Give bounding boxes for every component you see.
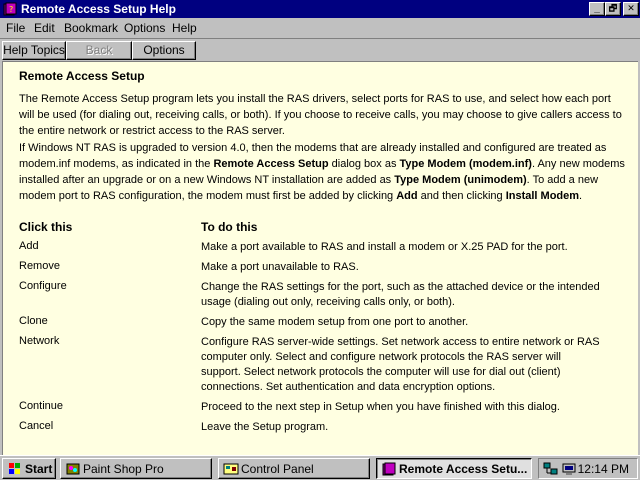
restore-icon: 🗗: [608, 3, 618, 13]
help-toolbar: Help Topics Back Options: [0, 38, 640, 60]
task-label: Paint Shop Pro: [83, 462, 164, 476]
help-book-icon[interactable]: ?: [2, 1, 18, 17]
column-header-click: Click this: [19, 220, 73, 234]
clock[interactable]: 12:14 PM: [578, 462, 629, 476]
menu-options[interactable]: Options: [124, 21, 165, 35]
intro-paragraph: The Remote Access Setup program lets you…: [19, 93, 622, 137]
row-label: Network: [19, 335, 60, 347]
help-topics-button[interactable]: Help Topics: [2, 41, 66, 60]
minimize-icon: _: [594, 3, 600, 14]
row-label: Cancel: [19, 420, 54, 432]
close-icon: ✕: [627, 3, 635, 13]
task-label: Remote Access Setu...: [399, 462, 528, 476]
system-tray: 12:14 PM: [538, 458, 638, 479]
column-header-do: To do this: [201, 220, 258, 234]
row-description: Make a port unavailable to RAS.: [201, 261, 359, 273]
windows-logo-icon: [9, 463, 20, 474]
help-content[interactable]: Remote Access Setup The Remote Access Se…: [2, 61, 638, 455]
close-button[interactable]: ✕: [623, 2, 639, 16]
row-label: Configure: [19, 280, 67, 292]
row-label: Add: [19, 240, 39, 252]
control-panel-icon: [223, 463, 239, 475]
taskbar: Start Paint Shop Pro Control Panel Remot…: [0, 455, 640, 480]
row-label: Continue: [19, 400, 64, 412]
window-title: Remote Access Setup Help: [21, 2, 176, 16]
task-remote-access-setup-help[interactable]: Remote Access Setu...: [376, 458, 532, 479]
back-button[interactable]: Back: [66, 41, 132, 60]
upgrade-paragraph: If Windows NT RAS is upgraded to version…: [19, 142, 625, 202]
menu-bar: File Edit Bookmark Options Help: [0, 18, 640, 38]
monitor-icon[interactable]: [561, 461, 577, 477]
row-description: Change the RAS settings for the port, su…: [201, 281, 600, 308]
row-description: Leave the Setup program.: [201, 421, 329, 433]
options-button[interactable]: Options: [132, 41, 196, 60]
row-label: Remove: [19, 260, 60, 272]
task-paint-shop-pro[interactable]: Paint Shop Pro: [60, 458, 212, 479]
row-description: Configure RAS server-wide settings. Set …: [201, 336, 600, 393]
minimize-button[interactable]: _: [589, 2, 605, 16]
title-bar[interactable]: ? Remote Access Setup Help _ 🗗 ✕: [0, 0, 640, 18]
network-icon[interactable]: [543, 461, 559, 477]
menu-bookmark[interactable]: Bookmark: [64, 21, 118, 35]
row-label: Clone: [19, 315, 48, 327]
svg-text:?: ?: [9, 5, 13, 14]
menu-edit[interactable]: Edit: [34, 21, 55, 35]
task-control-panel[interactable]: Control Panel: [218, 458, 370, 479]
start-button[interactable]: Start: [2, 458, 56, 479]
row-description: Copy the same modem setup from one port …: [201, 316, 469, 328]
row-description: Make a port available to RAS and install…: [201, 241, 568, 253]
task-label: Control Panel: [241, 462, 314, 476]
help-book-icon: [382, 462, 396, 476]
menu-file[interactable]: File: [6, 21, 25, 35]
row-description: Proceed to the next step in Setup when y…: [201, 401, 560, 413]
paint-shop-pro-icon: [66, 463, 80, 475]
menu-help[interactable]: Help: [172, 21, 197, 35]
page-title: Remote Access Setup: [19, 69, 145, 83]
restore-button[interactable]: 🗗: [605, 2, 621, 16]
start-label: Start: [25, 462, 53, 476]
